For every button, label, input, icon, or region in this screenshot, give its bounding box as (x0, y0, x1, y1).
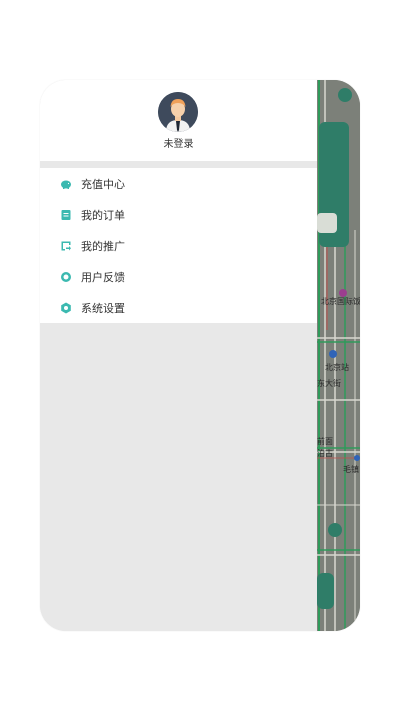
map-label: 北京国际饭 (321, 297, 360, 306)
menu-item-label: 我的推广 (81, 239, 125, 253)
user-avatar-icon (158, 92, 198, 132)
map-label: 北京站 (325, 363, 349, 372)
drawer-empty-area (40, 323, 317, 631)
menu-item-label: 用户反馈 (81, 270, 125, 284)
feedback-icon (60, 271, 72, 283)
menu-item-label: 系统设置 (81, 301, 125, 315)
profile-header[interactable]: 未登录 (40, 80, 317, 161)
map-label: 毛镇 (343, 465, 359, 474)
menu-item-label: 充值中心 (81, 177, 125, 191)
menu-item-label: 我的订单 (81, 208, 125, 222)
menu-item-orders[interactable]: 我的订单 (40, 199, 317, 230)
map-action-button[interactable] (317, 573, 334, 609)
piggy-bank-icon (60, 178, 72, 190)
menu-item-promotion[interactable]: 我的推广 (40, 230, 317, 261)
section-divider (40, 161, 317, 168)
order-icon (60, 209, 72, 221)
locate-button[interactable] (317, 213, 337, 233)
map-label: 泊古 (317, 449, 333, 458)
map-label: 前面 (317, 437, 333, 446)
map-view[interactable]: 北京国际饭 北京站 东大街 前面 泊古 毛镇 (317, 80, 360, 631)
map-label: 东大街 (317, 379, 341, 388)
menu-item-feedback[interactable]: 用户反馈 (40, 261, 317, 292)
share-icon (60, 240, 72, 252)
app-screen: 北京国际饭 北京站 东大街 前面 泊古 毛镇 未登录 充值中心 我的订单 我的推… (40, 80, 360, 631)
login-status[interactable]: 未登录 (40, 135, 317, 150)
avatar[interactable] (158, 92, 198, 132)
side-drawer: 未登录 充值中心 我的订单 我的推广 用户反馈 系统设置 (40, 80, 317, 631)
drawer-menu: 充值中心 我的订单 我的推广 用户反馈 系统设置 (40, 168, 317, 323)
menu-item-recharge[interactable]: 充值中心 (40, 168, 317, 199)
gear-icon (60, 302, 72, 314)
menu-item-settings[interactable]: 系统设置 (40, 292, 317, 323)
